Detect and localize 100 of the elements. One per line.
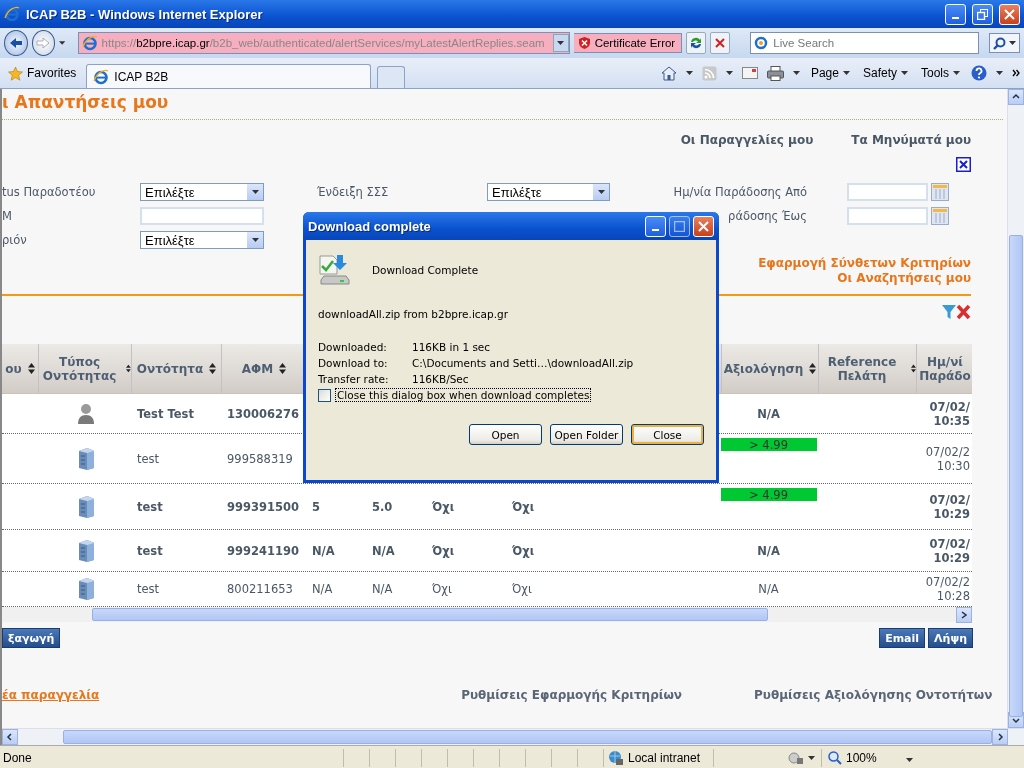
caret-icon (808, 756, 815, 760)
checkbox[interactable] (318, 388, 331, 402)
restore-icon (977, 8, 988, 20)
caret-icon (792, 71, 800, 75)
search-button[interactable] (989, 33, 1020, 53)
checkbox-label[interactable]: Close this dialog box when download completes (335, 388, 592, 402)
detail-value: C:\Documents and Setti…\downloadAll.zip (412, 356, 634, 370)
dialog-button[interactable]: Open Folder (550, 424, 623, 445)
column-header[interactable]: Ημ/νί Παράδο (917, 344, 972, 393)
protected-mode-icon (788, 751, 804, 765)
stop-button[interactable] (710, 32, 731, 54)
action-button[interactable]: Λήψη (928, 628, 973, 648)
date-field[interactable] (847, 183, 928, 201)
certificate-error-button[interactable]: Certificate Error (573, 33, 683, 53)
horizontal-scrollbar[interactable] (2, 607, 972, 622)
filter-icon[interactable] (942, 304, 956, 320)
dropdown-field[interactable]: Επιλέξτε (140, 183, 264, 201)
column-header[interactable]: ου (2, 344, 39, 393)
minimize-button[interactable] (645, 215, 666, 237)
table-cell: Όχι (512, 543, 535, 558)
address-dropdown-button[interactable] (552, 34, 569, 52)
sort-icon[interactable] (209, 363, 217, 374)
forward-button[interactable] (31, 30, 56, 56)
export-button[interactable]: ξαγωγή (2, 628, 61, 648)
sort-icon[interactable] (126, 363, 131, 374)
nav-link[interactable]: Τα Μηνύματά μου (851, 132, 971, 148)
caret-icon (906, 758, 913, 762)
sort-icon[interactable] (27, 363, 35, 374)
back-button[interactable] (4, 30, 28, 56)
close-button[interactable] (999, 3, 1020, 25)
vertical-scrollbar[interactable] (1007, 89, 1024, 728)
settings-link[interactable]: Ρυθμίσεις Αξιολόγησης Οντοτήτων (754, 688, 993, 702)
detail-value: 116KB in 1 sec (412, 340, 491, 354)
minimize-icon (652, 229, 659, 231)
vat-number: 130006276 (227, 406, 299, 421)
sort-icon[interactable] (911, 363, 916, 374)
command-menu[interactable]: Page (808, 66, 852, 80)
help-icon[interactable] (971, 65, 987, 81)
home-icon[interactable] (660, 65, 677, 81)
table-cell: Όχι (432, 543, 455, 558)
caret-icon (842, 71, 850, 75)
vat-number: 800211653 (227, 582, 293, 596)
printer-icon[interactable] (766, 65, 784, 81)
table-cell: N/A (372, 582, 393, 596)
table-cell: N/A (312, 543, 335, 558)
restore-button[interactable] (972, 3, 993, 25)
delivery-time: 10:28 (936, 589, 970, 603)
browser-icon (4, 6, 20, 22)
search-field[interactable]: Live Search (771, 36, 978, 50)
action-button[interactable]: Email (879, 628, 926, 648)
browser-tab[interactable]: ICAP B2B (86, 64, 372, 88)
page-horizontal-scrollbar[interactable] (2, 728, 1024, 745)
dialog-button[interactable]: Open (469, 424, 542, 445)
close-button[interactable] (693, 215, 714, 237)
command-menu[interactable]: Safety (860, 66, 910, 80)
maximize-button[interactable] (669, 215, 690, 237)
forward-arrow-icon (36, 37, 51, 49)
text-field[interactable] (140, 207, 264, 225)
shield-icon (577, 36, 591, 50)
caret-icon (725, 71, 733, 75)
column-header[interactable]: Αξιολόγηση (722, 344, 819, 393)
maximize-icon (674, 220, 685, 232)
table-cell: N/A (312, 582, 333, 596)
search-box[interactable]: Live Search (750, 32, 979, 54)
entity-name: Test Test (137, 406, 194, 421)
delivery-date: 07/02/ (929, 399, 970, 414)
refresh-button[interactable] (686, 32, 707, 54)
refresh-icon (689, 36, 704, 50)
command-menu[interactable]: Tools (919, 66, 962, 80)
dropdown-field[interactable]: Επιλέξτε (140, 231, 264, 249)
entity-name: test (137, 451, 160, 466)
sort-icon[interactable] (279, 363, 287, 374)
dialog-button[interactable]: Close (631, 424, 704, 445)
close-icon (698, 220, 709, 232)
close-icon[interactable] (956, 157, 971, 172)
table-cell: Όχι (512, 499, 535, 514)
search-provider-icon (754, 36, 769, 50)
mail-icon[interactable] (741, 67, 758, 79)
column-header[interactable]: Reference Πελάτη (819, 344, 917, 393)
entity-name: test (137, 582, 160, 596)
date-field[interactable] (847, 207, 928, 225)
column-header[interactable]: Οντότητα (132, 344, 222, 393)
caret-icon (953, 71, 960, 75)
zoom-level[interactable]: 100% (846, 751, 877, 765)
delivery-date: 07/02/ (929, 492, 970, 507)
zoom-icon[interactable] (828, 751, 842, 765)
delivery-time: 10:30 (936, 458, 970, 473)
sort-icon[interactable] (809, 363, 817, 374)
column-header[interactable]: Τύπος Οντότητας (39, 344, 132, 393)
settings-link[interactable]: Ρυθμίσεις Εφαρμογής Κριτηρίων (461, 688, 682, 702)
nav-link[interactable]: Οι Παραγγελίες μου (680, 132, 814, 148)
vat-number: 999588319 (227, 451, 293, 466)
rating-value: N/A (756, 542, 781, 560)
minimize-button[interactable] (945, 3, 966, 25)
address-field[interactable]: https://b2bpre.icap.gr/b2b_web/authenticated/alertServices/myLatestAlertReplies.seam (77, 32, 570, 54)
dropdown-field[interactable]: Επιλέξτε (487, 183, 610, 201)
chevron-icon[interactable] (1012, 69, 1020, 77)
table-cell: 5.0 (372, 499, 393, 514)
favorites-button[interactable]: Favorites (4, 60, 81, 86)
clear-icon[interactable] (956, 304, 971, 320)
